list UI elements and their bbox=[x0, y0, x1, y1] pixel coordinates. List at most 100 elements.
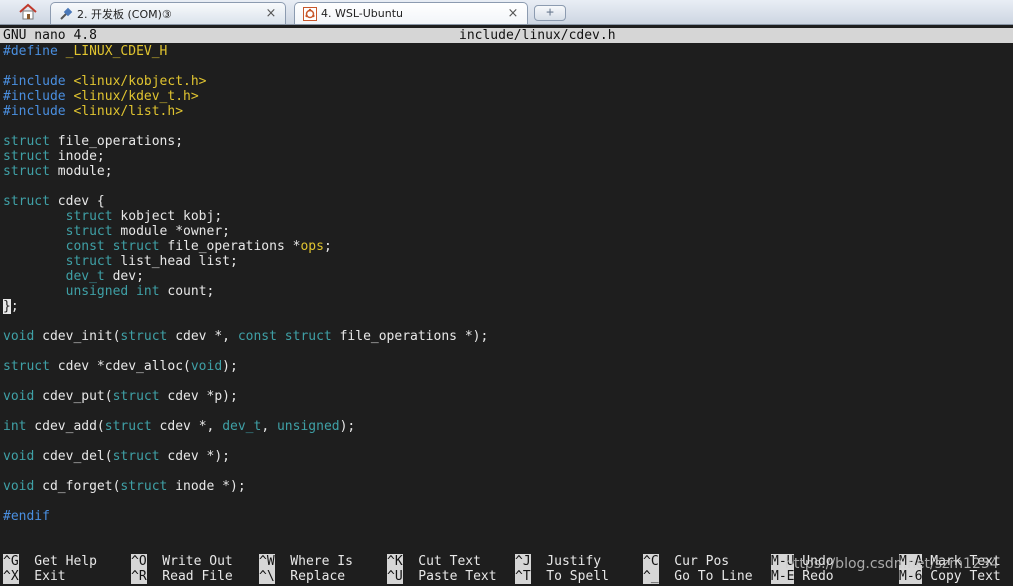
code-token: _LINUX_CDEV_H bbox=[65, 44, 168, 59]
code-token: struct bbox=[65, 209, 113, 224]
code-token: unsigned bbox=[65, 284, 129, 299]
code-token: struct bbox=[284, 329, 332, 344]
code-token: void bbox=[190, 359, 223, 374]
home-button[interactable] bbox=[12, 2, 44, 22]
code-line: struct module *owner; bbox=[3, 224, 488, 239]
shortcut-key: ^W bbox=[259, 554, 275, 569]
shortcut-label: Cut Text bbox=[402, 554, 481, 569]
terminal-window[interactable]: GNU nano 4.8 include/linux/cdev.h #defin… bbox=[0, 25, 1013, 586]
code-token: struct bbox=[3, 149, 50, 164]
shortcut-item[interactable]: ^C Cur Pos bbox=[643, 554, 729, 569]
shortcut-item[interactable]: ^G Get Help bbox=[3, 554, 97, 569]
code-line: #include <linux/kobject.h> bbox=[3, 74, 488, 89]
tab-wsl-ubuntu[interactable]: 4. WSL-Ubuntu × bbox=[294, 2, 528, 24]
code-token: dev; bbox=[104, 269, 144, 284]
shortcut-key: ^K bbox=[387, 554, 403, 569]
shortcut-label: Where Is bbox=[274, 554, 353, 569]
code-line: const struct file_operations *ops; bbox=[3, 239, 488, 254]
shortcut-item[interactable]: ^R Read File bbox=[131, 569, 233, 584]
code-token: const bbox=[237, 329, 277, 344]
code-token: unsigned bbox=[276, 419, 340, 434]
tab-close-button[interactable]: × bbox=[505, 6, 521, 21]
code-token: struct bbox=[3, 134, 50, 149]
code-token: inode *); bbox=[167, 479, 246, 494]
code-line: struct module; bbox=[3, 164, 488, 179]
code-token: #include bbox=[3, 74, 74, 89]
code-token: struct bbox=[65, 224, 113, 239]
shortcut-item[interactable]: ^X Exit bbox=[3, 569, 66, 584]
shortcut-label: Write Out bbox=[146, 554, 233, 569]
code-token: #include bbox=[3, 104, 74, 119]
shortcut-key: ^\ bbox=[259, 569, 275, 584]
code-token: int bbox=[136, 284, 160, 299]
code-line: #include <linux/kdev_t.h> bbox=[3, 89, 488, 104]
shortcut-item[interactable]: ^_ Go To Line bbox=[643, 569, 753, 584]
shortcut-item[interactable]: ^T To Spell bbox=[515, 569, 609, 584]
shortcut-item[interactable]: ^J Justify bbox=[515, 554, 601, 569]
code-token: cdev_del( bbox=[34, 449, 113, 464]
code-token: module; bbox=[49, 164, 113, 179]
shortcut-item[interactable]: ^K Cut Text bbox=[387, 554, 481, 569]
code-token: struct bbox=[112, 449, 160, 464]
shortcut-label: Justify bbox=[530, 554, 602, 569]
code-token: ; bbox=[323, 239, 332, 254]
code-token: list_head list; bbox=[112, 254, 238, 269]
code-token: struct bbox=[112, 389, 160, 404]
new-tab-button[interactable]: + bbox=[534, 5, 566, 21]
shortcut-key: ^R bbox=[131, 569, 147, 584]
code-line: struct kobject kobj; bbox=[3, 209, 488, 224]
code-line: struct cdev { bbox=[3, 194, 488, 209]
code-token: struct bbox=[3, 359, 50, 374]
shortcut-item[interactable]: ^O Write Out bbox=[131, 554, 233, 569]
code-token: cd_forget( bbox=[34, 479, 121, 494]
code-token: cdev_init( bbox=[34, 329, 121, 344]
code-token: <linux/kdev_t.h> bbox=[73, 89, 199, 104]
tab-serial-board[interactable]: 2. 开发板 (COM)③ × bbox=[50, 2, 286, 24]
code-token: count; bbox=[159, 284, 215, 299]
code-token: cdev *); bbox=[159, 449, 231, 464]
plug-icon bbox=[59, 7, 73, 21]
shortcut-label: Go To Line bbox=[658, 569, 753, 584]
code-token: ); bbox=[339, 419, 356, 434]
shortcut-item[interactable]: ^W Where Is bbox=[259, 554, 353, 569]
code-token: <linux/kobject.h> bbox=[73, 74, 207, 89]
code-line: struct inode; bbox=[3, 149, 488, 164]
code-token: cdev_add( bbox=[26, 419, 105, 434]
shortcut-key: ^O bbox=[131, 554, 147, 569]
code-token: struct bbox=[65, 254, 113, 269]
code-token: file_operations * bbox=[159, 239, 301, 254]
code-line: void cdev_del(struct cdev *); bbox=[3, 449, 488, 464]
code-token: void bbox=[3, 449, 35, 464]
code-line: #endif bbox=[3, 509, 488, 524]
tab-label: 2. 开发板 (COM)③ bbox=[77, 7, 172, 21]
nano-version: GNU nano 4.8 bbox=[3, 28, 97, 43]
tab-label: 4. WSL-Ubuntu bbox=[321, 7, 404, 20]
code-token: struct bbox=[112, 239, 160, 254]
code-token: #include bbox=[3, 89, 74, 104]
text-cursor: } bbox=[3, 299, 11, 314]
shortcut-key: ^T bbox=[515, 569, 531, 584]
code-line: void cd_forget(struct inode *); bbox=[3, 479, 488, 494]
code-token: ); bbox=[222, 359, 238, 374]
code-token: <linux/list.h> bbox=[73, 104, 184, 119]
shortcut-item[interactable]: ^\ Replace bbox=[259, 569, 345, 584]
code-token: void bbox=[3, 329, 35, 344]
shortcut-item[interactable]: ^U Paste Text bbox=[387, 569, 497, 584]
code-token: cdev { bbox=[49, 194, 105, 209]
shortcut-label: Read File bbox=[146, 569, 233, 584]
watermark: https://blog.csdn.net/szm1234 bbox=[785, 556, 999, 572]
editor-buffer[interactable]: #define _LINUX_CDEV_H #include <linux/kob… bbox=[3, 44, 488, 524]
tab-close-button[interactable]: × bbox=[263, 6, 279, 21]
